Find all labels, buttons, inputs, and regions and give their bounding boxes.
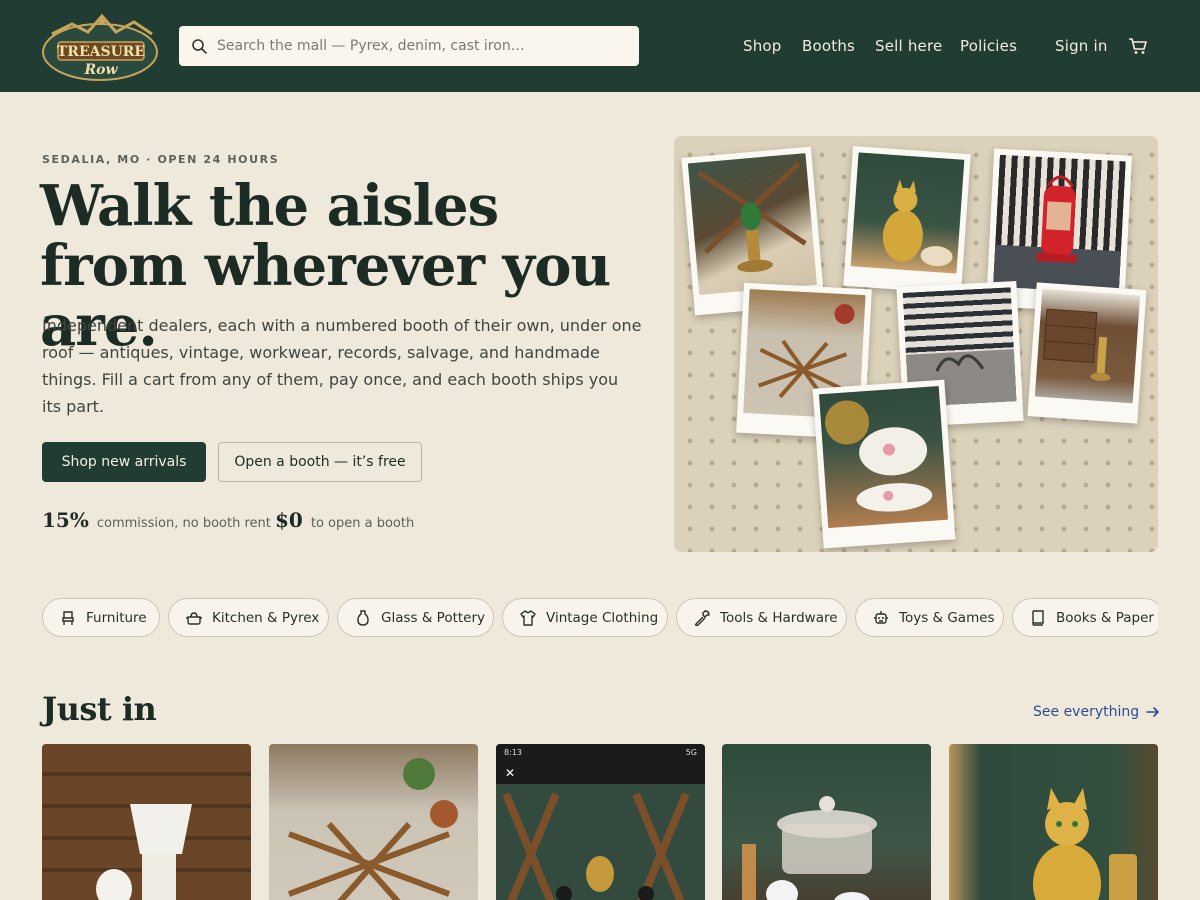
stat-booth-cost: $0 to open a booth: [275, 508, 414, 532]
hero-description: Independent dealers, each with a numbere…: [42, 316, 642, 416]
nav-sell-here[interactable]: Sell here: [875, 37, 942, 55]
sign-in-link[interactable]: Sign in: [1055, 37, 1108, 55]
see-everything-label: See everything: [1033, 704, 1140, 720]
nav-group-booths: Booths: [802, 0, 855, 92]
photo-image: [818, 385, 949, 529]
search-bar[interactable]: [179, 26, 639, 66]
photo-milk-glass: [812, 379, 956, 549]
category-furniture[interactable]: Furniture: [42, 598, 160, 637]
category-label: Toys & Games: [899, 609, 995, 626]
open-booth-button[interactable]: Open a booth — it’s free: [218, 442, 422, 482]
product-card-milk-glass[interactable]: [42, 744, 251, 900]
category-label: Furniture: [86, 609, 147, 626]
site-header: TREASURE Row Shop Booths Sell here Polic…: [0, 0, 1200, 92]
search-input[interactable]: [217, 38, 617, 54]
category-label: Vintage Clothing: [546, 609, 659, 626]
stat-value: 15%: [42, 508, 89, 532]
nav-group-sell: Sell here: [875, 0, 942, 92]
photo-gold-cat: [843, 146, 971, 294]
main-nav: Shop: [743, 0, 782, 92]
category-vintage-clothing[interactable]: Vintage Clothing: [502, 598, 668, 637]
pot-icon: [186, 611, 202, 625]
photo-image: [1034, 288, 1141, 404]
nav-shop[interactable]: Shop: [743, 37, 782, 55]
wrench-icon: [694, 609, 710, 626]
robot-icon: [874, 610, 888, 624]
product-card-brass-lamp[interactable]: 8:13 5G ✕: [496, 744, 705, 900]
category-label: Kitchen & Pyrex: [212, 609, 320, 626]
photo-image: [687, 153, 817, 295]
nav-booths[interactable]: Booths: [802, 37, 855, 55]
arrow-right-icon: [1146, 707, 1159, 717]
product-image: [42, 744, 251, 900]
category-books-paper[interactable]: Books & Paper: [1012, 598, 1158, 637]
category-kitchen-pyrex[interactable]: Kitchen & Pyrex: [168, 598, 329, 637]
logo-text-bottom: Row: [83, 62, 118, 78]
vase-icon: [357, 609, 369, 626]
chair-icon: [62, 610, 74, 625]
category-label: Glass & Pottery: [381, 609, 486, 626]
just-in-heading: Just in: [42, 690, 157, 728]
book-icon: [1032, 609, 1044, 626]
location-eyebrow: SEDALIA, MO · OPEN 24 HOURS: [42, 153, 280, 166]
product-image: 8:13 5G ✕: [496, 744, 705, 900]
product-card-peg-rack[interactable]: [269, 744, 478, 900]
see-everything-link[interactable]: See everything: [1033, 704, 1161, 720]
category-tools-hardware[interactable]: Tools & Hardware: [676, 598, 847, 637]
category-label: Tools & Hardware: [720, 609, 838, 626]
product-image: [722, 744, 931, 900]
photo-image: [850, 152, 965, 274]
product-image: [269, 744, 478, 900]
shirt-icon: [520, 609, 536, 626]
product-card-glass-casserole[interactable]: [722, 744, 931, 900]
photo-dresser-lamp: [1027, 282, 1147, 424]
pegboard-collage: [674, 136, 1158, 552]
product-card-gold-cat[interactable]: [949, 744, 1158, 900]
nav-group-policies: Policies: [960, 0, 1017, 92]
category-toys-games[interactable]: Toys & Games: [855, 598, 1004, 637]
product-image: [949, 744, 1158, 900]
category-glass-pottery[interactable]: Glass & Pottery: [337, 598, 494, 637]
category-chips: Furniture Kitchen & Pyrex Glass & Potter…: [42, 598, 1158, 638]
logo-text-top: TREASURE: [57, 44, 145, 60]
treasure-row-logo[interactable]: TREASURE Row: [42, 12, 162, 82]
cart-icon[interactable]: [1128, 36, 1148, 56]
search-icon: [192, 39, 207, 54]
stat-value: $0: [275, 508, 303, 532]
stat-label: commission, no booth rent: [96, 516, 271, 531]
shop-new-arrivals-button[interactable]: Shop new arrivals: [42, 442, 206, 482]
nav-group-account: Sign in: [1055, 0, 1108, 92]
photo-image: [992, 154, 1126, 294]
nav-policies[interactable]: Policies: [960, 37, 1017, 55]
stat-commission: 15% commission, no booth rent: [42, 508, 271, 532]
category-label: Books & Paper: [1056, 609, 1154, 626]
stat-label: to open a booth: [310, 516, 415, 531]
